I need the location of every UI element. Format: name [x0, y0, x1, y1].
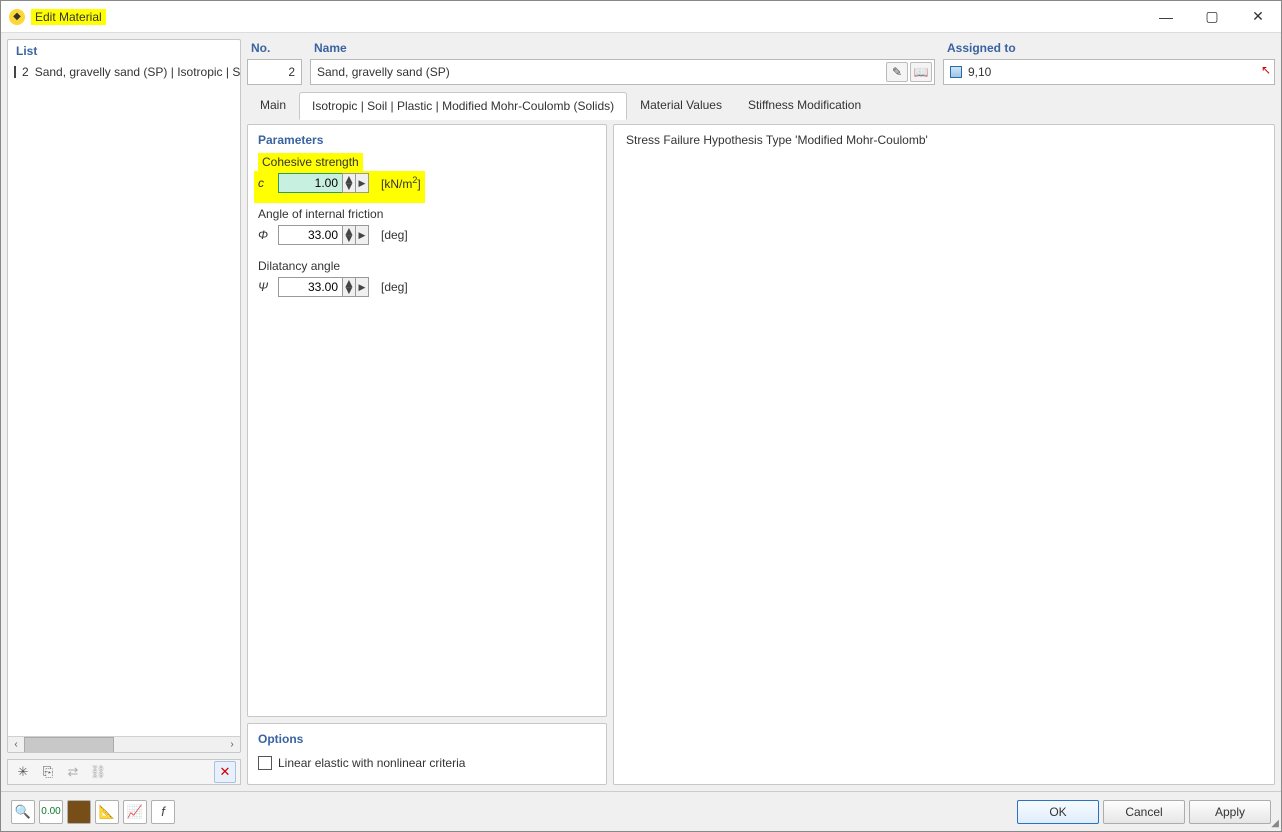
chain-button: ⛓ — [87, 761, 109, 783]
list-item[interactable]: 2 Sand, gravelly sand (SP) | Isotropic |… — [14, 64, 234, 80]
scroll-right-icon[interactable]: › — [224, 737, 240, 753]
material-swatch-icon — [14, 66, 16, 78]
name-input[interactable]: Sand, gravelly sand (SP) ✎ 📖 — [310, 59, 935, 85]
friction-title: Angle of internal friction — [258, 203, 596, 223]
dilatancy-input[interactable] — [278, 277, 343, 297]
graph-button[interactable]: 📈 — [123, 800, 147, 824]
solid-icon — [950, 66, 962, 78]
export-button[interactable]: 📐 — [95, 800, 119, 824]
tab-material-values[interactable]: Material Values — [627, 91, 735, 119]
delete-item-button[interactable]: ✕ — [214, 761, 236, 783]
scroll-thumb[interactable] — [24, 737, 114, 753]
info-text: Stress Failure Hypothesis Type 'Modified… — [626, 133, 1262, 147]
no-value: 2 — [288, 65, 295, 79]
app-icon: ◆ — [9, 9, 25, 25]
dilatancy-symbol: Ψ — [258, 280, 272, 294]
cohesive-row: c ▲▼ ▶ [kN/m2] — [254, 171, 425, 203]
info-panel: Stress Failure Hypothesis Type 'Modified… — [613, 124, 1275, 785]
no-input[interactable]: 2 — [247, 59, 302, 85]
dialog-window: ◆ Edit Material — ▢ ✕ List 2 Sand, grave… — [0, 0, 1282, 832]
dilatancy-title: Dilatancy angle — [258, 255, 596, 275]
minimize-button[interactable]: — — [1143, 1, 1189, 33]
close-button[interactable]: ✕ — [1235, 1, 1281, 33]
cohesive-title: Cohesive strength — [258, 153, 363, 171]
list-panel: List 2 Sand, gravelly sand (SP) | Isotro… — [7, 39, 241, 753]
list-body[interactable]: 2 Sand, gravelly sand (SP) | Isotropic |… — [8, 62, 240, 736]
friction-spinner[interactable]: ▲▼ — [342, 225, 356, 245]
parameters-title: Parameters — [258, 129, 596, 153]
assigned-value: 9,10 — [968, 65, 991, 79]
footer: 🔍 0.00 📐 📈 f OK Cancel Apply — [1, 791, 1281, 831]
friction-row: Φ ▲▼ ▶ [deg] — [258, 223, 596, 255]
tab-bar: Main Isotropic | Soil | Plastic | Modifi… — [247, 91, 1275, 119]
function-button[interactable]: f — [151, 800, 175, 824]
cohesive-spinner[interactable]: ▲▼ — [342, 173, 356, 193]
cancel-button[interactable]: Cancel — [1103, 800, 1185, 824]
list-header: List — [8, 40, 240, 62]
list-item-label: Sand, gravelly sand (SP) | Isotropic | S — [35, 65, 240, 79]
tab-main[interactable]: Main — [247, 91, 299, 119]
dilatancy-spinner[interactable]: ▲▼ — [342, 277, 356, 297]
name-label: Name — [310, 39, 935, 59]
copy-item-button[interactable]: ⎘ — [37, 761, 59, 783]
assigned-input[interactable]: 9,10 ↖ — [943, 59, 1275, 85]
tab-isotropic[interactable]: Isotropic | Soil | Plastic | Modified Mo… — [299, 92, 627, 120]
units-button[interactable]: 0.00 — [39, 800, 63, 824]
friction-symbol: Φ — [258, 228, 272, 242]
linear-elastic-checkbox[interactable] — [258, 756, 272, 770]
cohesive-input[interactable] — [278, 173, 343, 193]
dilatancy-more-button[interactable]: ▶ — [355, 277, 369, 297]
maximize-button[interactable]: ▢ — [1189, 1, 1235, 33]
parameters-panel: Parameters Cohesive strength c ▲▼ ▶ [kN/… — [247, 124, 607, 717]
list-toolbar: ✳ ⎘ ⇄ ⛓ ✕ — [7, 759, 241, 785]
dilatancy-row: Ψ ▲▼ ▶ [deg] — [258, 275, 596, 307]
dilatancy-unit: [deg] — [375, 280, 408, 294]
friction-input[interactable] — [278, 225, 343, 245]
window-title: Edit Material — [31, 9, 106, 25]
pick-selection-button[interactable]: ↖ — [1261, 63, 1271, 77]
apply-button[interactable]: Apply — [1189, 800, 1271, 824]
ok-button[interactable]: OK — [1017, 800, 1099, 824]
edit-name-button[interactable]: ✎ — [886, 62, 908, 82]
name-value: Sand, gravelly sand (SP) — [317, 65, 450, 79]
options-title: Options — [258, 728, 596, 752]
cohesive-unit: [kN/m2] — [375, 175, 421, 191]
assigned-label: Assigned to — [943, 39, 1275, 59]
cohesive-more-button[interactable]: ▶ — [355, 173, 369, 193]
titlebar: ◆ Edit Material — ▢ ✕ — [1, 1, 1281, 33]
linear-elastic-row[interactable]: Linear elastic with nonlinear criteria — [258, 752, 596, 774]
linear-elastic-label: Linear elastic with nonlinear criteria — [278, 756, 465, 770]
cohesive-symbol: c — [258, 176, 272, 190]
help-button[interactable]: 🔍 — [11, 800, 35, 824]
options-panel: Options Linear elastic with nonlinear cr… — [247, 723, 607, 785]
list-item-number: 2 — [22, 65, 29, 79]
header-row: No. 2 Name Sand, gravelly sand (SP) ✎ 📖 — [247, 39, 1275, 85]
link-button: ⇄ — [62, 761, 84, 783]
friction-more-button[interactable]: ▶ — [355, 225, 369, 245]
new-item-button[interactable]: ✳ — [12, 761, 34, 783]
no-label: No. — [247, 39, 302, 59]
tab-stiffness-modification[interactable]: Stiffness Modification — [735, 91, 874, 119]
scroll-left-icon[interactable]: ‹ — [8, 737, 24, 753]
friction-unit: [deg] — [375, 228, 408, 242]
color-button[interactable] — [67, 800, 91, 824]
horizontal-scrollbar[interactable]: ‹ › — [8, 736, 240, 752]
library-button[interactable]: 📖 — [910, 62, 932, 82]
